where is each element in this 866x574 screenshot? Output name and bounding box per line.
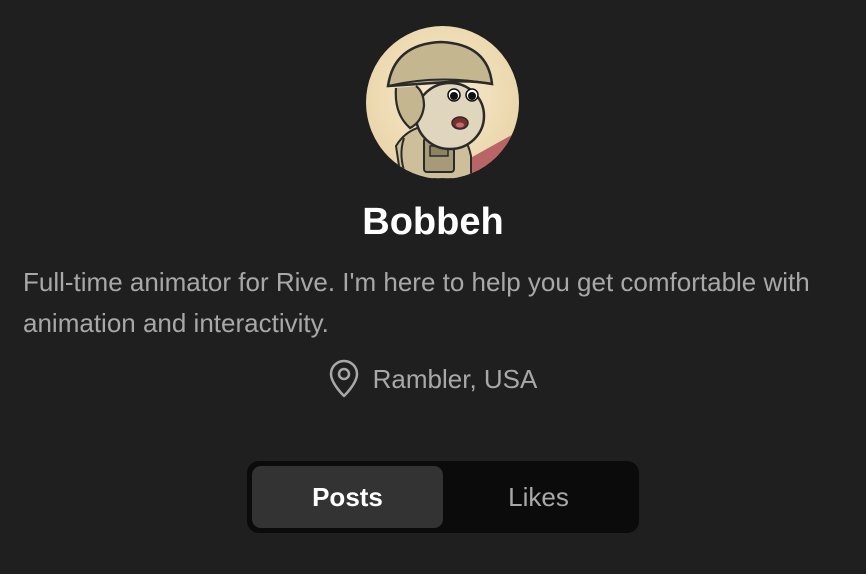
tab-likes[interactable]: Likes [443,466,634,528]
profile-location: Rambler, USA [0,358,866,400]
profile-tabs: Posts Likes [247,461,639,533]
avatar[interactable] [366,26,519,179]
tab-posts[interactable]: Posts [252,466,443,528]
profile-bio: Full-time animator for Rive. I'm here to… [23,267,810,338]
location-text: Rambler, USA [372,364,538,394]
profile-name: Bobbeh [362,201,504,243]
map-pin-icon [329,359,359,399]
soldier-avatar-icon [366,26,519,179]
